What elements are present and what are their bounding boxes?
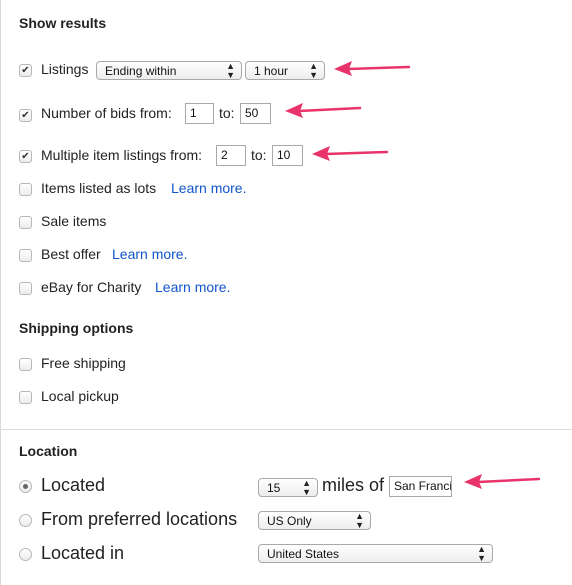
arrow-left-icon [464, 474, 541, 489]
up-down-arrows-icon: ▲ ▼ [226, 60, 235, 80]
multiple-to-label: to: [251, 147, 267, 163]
arrow-left-icon [312, 146, 389, 161]
location-city-input[interactable]: San Francisco [389, 476, 452, 497]
lots-learn-more-link[interactable]: Learn more. [171, 180, 246, 196]
arrow-left-icon [285, 103, 362, 118]
charity-checkbox[interactable] [19, 282, 32, 295]
up-down-arrows-icon: ▲ ▼ [309, 60, 318, 80]
multiple-listings-checkbox[interactable]: ✔ [19, 150, 32, 163]
up-down-arrows-icon: ▲ ▼ [355, 510, 364, 530]
sale-items-label: Sale items [41, 213, 107, 229]
bids-label: Number of bids from: [41, 105, 172, 121]
miles-select[interactable]: 15 ▲ ▼ [258, 478, 318, 497]
show-results-heading: Show results [19, 15, 107, 31]
located-label: Located [41, 475, 106, 495]
best-offer-learn-more-link[interactable]: Learn more. [112, 246, 187, 262]
preferred-locations-value: US Only [267, 513, 312, 528]
left-border [0, 0, 1, 585]
located-in-label: Located in [41, 543, 125, 563]
multiple-listings-label: Multiple item listings from: [41, 147, 203, 163]
arrow-left-icon [334, 61, 411, 76]
miles-of-label: miles of [322, 475, 385, 495]
best-offer-checkbox[interactable] [19, 249, 32, 262]
located-in-radio[interactable] [19, 548, 32, 561]
lots-checkbox[interactable] [19, 183, 32, 196]
up-down-arrows-icon: ▲ ▼ [302, 477, 311, 497]
ending-within-value: Ending within [105, 63, 177, 78]
time-select[interactable]: 1 hour ▲ ▼ [245, 61, 325, 80]
bids-to-input[interactable]: 50 [240, 103, 271, 124]
best-offer-label: Best offer [41, 246, 101, 262]
located-in-value: United States [267, 546, 340, 561]
multiple-to-input[interactable]: 10 [272, 145, 303, 166]
miles-value: 15 [267, 480, 281, 495]
located-radio[interactable] [19, 480, 32, 493]
location-heading: Location [19, 443, 78, 459]
free-shipping-label: Free shipping [41, 355, 126, 371]
lots-label: Items listed as lots [41, 180, 157, 196]
radio-selected-dot [23, 484, 28, 489]
preferred-locations-select[interactable]: US Only ▲ ▼ [258, 511, 371, 530]
check-icon: ✔ [21, 64, 30, 76]
local-pickup-label: Local pickup [41, 388, 119, 404]
bids-to-label: to: [219, 105, 235, 121]
up-down-arrows-icon: ▲ ▼ [477, 543, 486, 563]
preferred-locations-label: From preferred locations [41, 509, 238, 529]
charity-label: eBay for Charity [41, 279, 142, 295]
sale-items-checkbox[interactable] [19, 216, 32, 229]
bids-from-input[interactable]: 1 [185, 103, 214, 124]
located-in-select[interactable]: United States ▲ ▼ [258, 544, 493, 563]
local-pickup-checkbox[interactable] [19, 391, 32, 404]
listings-checkbox[interactable]: ✔ [19, 64, 32, 77]
section-divider [0, 429, 572, 430]
bids-checkbox[interactable]: ✔ [19, 109, 32, 122]
preferred-locations-radio[interactable] [19, 514, 32, 527]
listings-label: Listings [41, 61, 89, 77]
free-shipping-checkbox[interactable] [19, 358, 32, 371]
check-icon: ✔ [21, 150, 30, 162]
check-icon: ✔ [21, 109, 30, 121]
charity-learn-more-link[interactable]: Learn more. [155, 279, 230, 295]
time-value: 1 hour [254, 63, 289, 78]
multiple-from-input[interactable]: 2 [216, 145, 246, 166]
ending-within-select[interactable]: Ending within ▲ ▼ [96, 61, 242, 80]
shipping-options-heading: Shipping options [19, 320, 134, 336]
